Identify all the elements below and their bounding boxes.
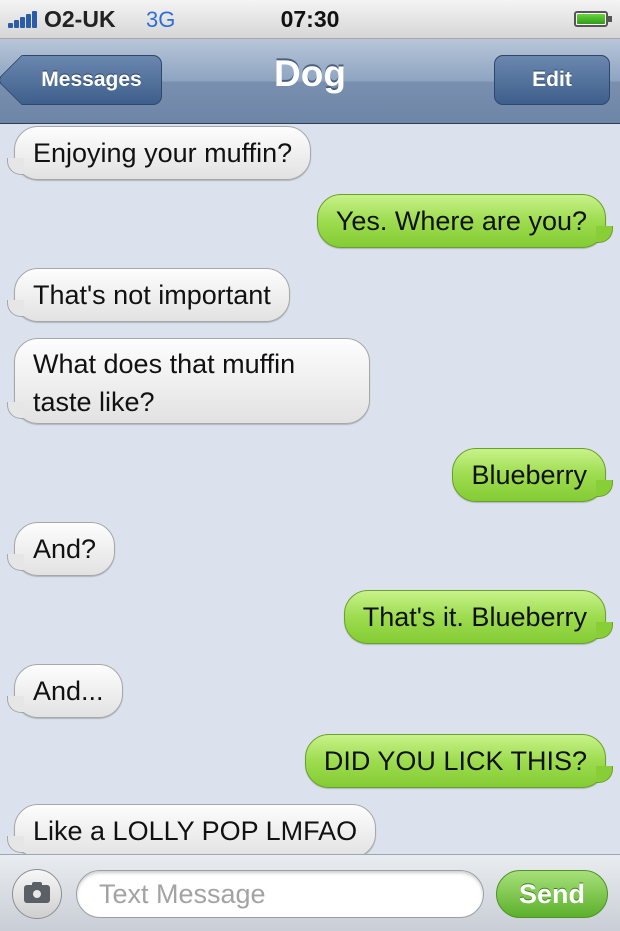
message-bubble-outgoing: Yes. Where are you? <box>316 194 614 248</box>
message-bubble-incoming: And... <box>7 664 123 718</box>
message-input[interactable] <box>76 870 484 918</box>
message-list[interactable]: Enjoying your muffin? Yes. Where are you… <box>0 124 620 854</box>
status-bar: O2-UK 3G 07:30 <box>0 0 620 39</box>
message-bubble-outgoing: Blueberry <box>452 448 613 502</box>
message-bubble-incoming: What does that muffin taste like? <box>7 338 370 424</box>
status-time: 07:30 <box>280 6 340 32</box>
message-bubble-outgoing: That's it. Blueberry <box>343 590 614 644</box>
edit-button[interactable]: Edit <box>494 55 610 105</box>
message-bubble-incoming: Enjoying your muffin? <box>6 126 312 180</box>
battery-icon <box>574 11 612 27</box>
send-button[interactable]: Send <box>496 870 608 918</box>
message-bubble-incoming: And? <box>6 522 116 576</box>
navigation-bar: Messages Dog Edit <box>0 39 620 124</box>
battery-level <box>577 14 605 24</box>
message-bubble-incoming: Like a LOLLY POP LMFAO <box>6 804 377 854</box>
message-composer: Send <box>0 854 620 931</box>
camera-icon[interactable] <box>12 869 62 919</box>
message-bubble-incoming: That's not important <box>7 268 290 322</box>
message-bubble-outgoing: DID YOU LICK THIS? <box>304 734 614 788</box>
